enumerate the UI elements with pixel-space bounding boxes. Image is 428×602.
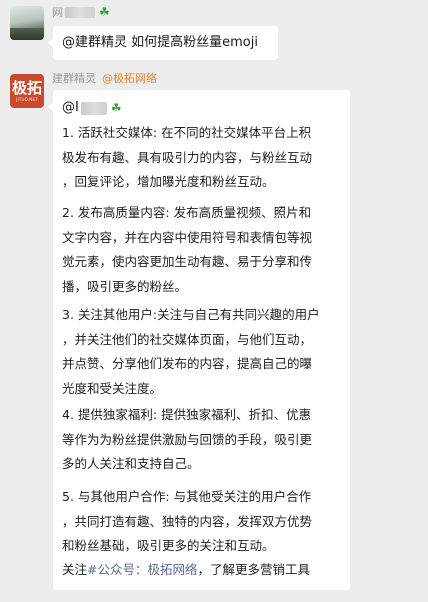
- paragraph-line: 和粉丝基础，吸引更多的关注和互动。: [62, 538, 275, 553]
- answer-paragraph-1: 1. 活跃社交媒体: 在不同的社交媒体平台上积 极发布有趣、具有吸引力的内容，与…: [62, 121, 347, 195]
- paragraph-line: 4. 提供独家福利: 提供独家福利、折扣、优惠: [62, 407, 312, 422]
- paragraph-line: 觉元素，使内容更加生动有趣、易于分享和传: [62, 254, 313, 269]
- paragraph-line: ，并关注他们的社交媒体页面，与他们互动，: [62, 331, 313, 347]
- avatar-landscape-image: [10, 28, 44, 40]
- message-bubble-question[interactable]: @建群精灵 如何提高粉丝量emoji: [48, 26, 278, 60]
- paragraph-line: 文字内容，并在内容中使用符号和表情包等视: [62, 229, 313, 245]
- four-leaf-clover-icon: ☘: [110, 101, 122, 115]
- answer-paragraph-4: 4. 提供独家福利: 提供独家福利、折扣、优惠 等作为为粉丝提供激励与回馈的手段…: [62, 403, 347, 477]
- message-bubble-answer[interactable]: @ I ☘ 1. 活跃社交媒体: 在不同的社交媒体平台上积 极发布有趣、具有吸引…: [48, 90, 350, 590]
- mention-line: @ I ☘: [62, 98, 122, 118]
- paragraph-line: ，共同打造有趣、独特的内容，发挥双方优势: [62, 513, 313, 529]
- avatar-logo-text: 极拓: [11, 78, 42, 97]
- sender-name-prefix: 网: [52, 6, 63, 19]
- mention-at: @: [62, 100, 75, 115]
- paragraph-line: 等作为为粉丝提供激励与回馈的手段，吸引更: [62, 431, 313, 447]
- paragraph-line: 并点赞、分享他们发布的内容，提高自己的曝: [62, 356, 313, 371]
- avatar-logo-subtext: JITUO.NET: [16, 96, 38, 102]
- footer-suffix: ，了解更多营销工具: [197, 562, 311, 577]
- sender-org-tag: @极拓网络: [102, 72, 157, 85]
- redacted-name: [65, 6, 95, 18]
- bot-sender-name: 建群精灵: [52, 72, 96, 85]
- answer-paragraph-3: 3. 关注其他用户:关注与自己有共同兴趣的用户 ，并关注他们的社交媒体页面，与他…: [62, 303, 347, 401]
- paragraph-line: 极发布有趣、具有吸引力的内容，与粉丝互动: [62, 149, 313, 165]
- paragraph-line: 多的人关注和支持自己。: [62, 456, 200, 471]
- footer-promo-line: 关注#公众号：极拓网络，了解更多营销工具: [62, 560, 310, 580]
- paragraph-line: 1. 活跃社交媒体: 在不同的社交媒体平台上积: [62, 125, 312, 140]
- paragraph-line: ，回复评论，增加曝光度和粉丝互动。: [62, 174, 275, 189]
- official-account-link[interactable]: #公众号：极拓网络: [87, 562, 197, 577]
- bot-avatar[interactable]: 极拓 JITUO.NET: [10, 74, 44, 108]
- paragraph-line: 光度和受关注度。: [62, 380, 163, 396]
- sender-name-bot: 建群精灵 @极拓网络: [52, 70, 157, 86]
- answer-paragraph-5: 5. 与其他用户合作: 与其他受关注的用户合作 ，共同打造有趣、独特的内容，发挥…: [62, 485, 347, 559]
- user-avatar[interactable]: [10, 6, 44, 40]
- paragraph-line: 5. 与其他用户合作: 与其他受关注的用户合作: [62, 489, 312, 504]
- paragraph-line: 播，吸引更多的粉丝。: [62, 278, 188, 294]
- four-leaf-clover-icon: ☘: [99, 5, 110, 19]
- paragraph-line: 3. 关注其他用户:关注与自己有共同兴趣的用户: [62, 307, 320, 322]
- answer-paragraph-2: 2. 发布高质量内容: 发布高质量视频、照片和 文字内容，并在内容中使用符号和表…: [62, 201, 347, 299]
- footer-prefix: 关注: [62, 562, 88, 577]
- mention-initial: I: [75, 100, 79, 115]
- redacted-name: [80, 101, 107, 115]
- message-text: @建群精灵 如何提高粉丝量emoji: [62, 35, 258, 50]
- paragraph-line: 2. 发布高质量内容: 发布高质量视频、照片和: [62, 205, 312, 220]
- sender-name-top: 网 ☘: [52, 4, 110, 20]
